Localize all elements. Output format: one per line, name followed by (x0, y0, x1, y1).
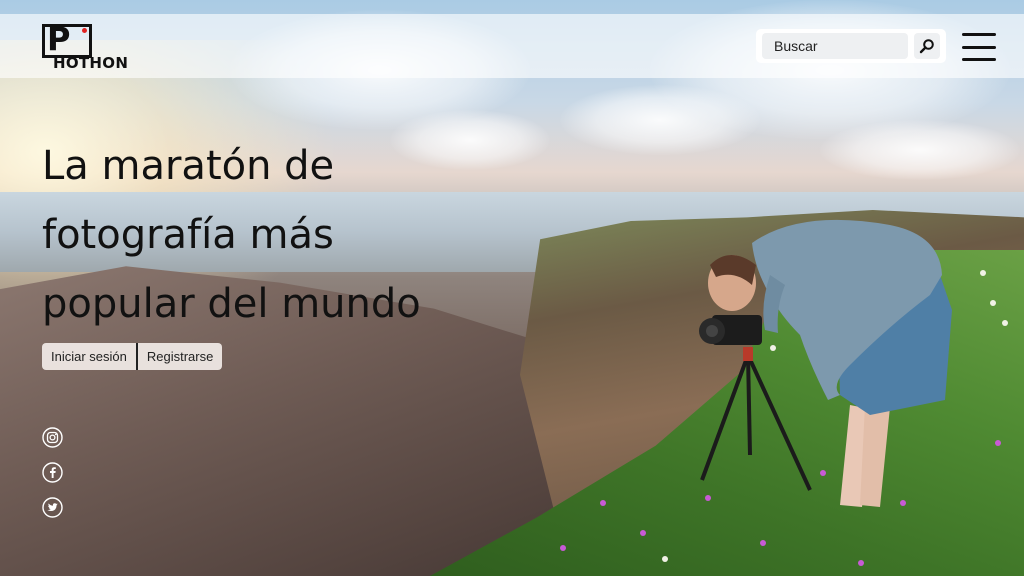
menu-bar (962, 58, 996, 61)
flower (1002, 320, 1008, 326)
flower (760, 540, 766, 546)
tripod (700, 354, 812, 491)
search-icon (919, 39, 934, 54)
flower (990, 300, 996, 306)
twitter-icon[interactable] (42, 497, 63, 518)
flower (980, 270, 986, 276)
logo-red-dot (82, 28, 87, 33)
headline-line: fotografía más (42, 212, 334, 258)
headline-line: La maratón de (42, 143, 335, 189)
logo-text: HOTHON (53, 54, 129, 72)
search-box (756, 29, 946, 63)
photographer-illustration (699, 219, 952, 507)
flower (560, 545, 566, 551)
flower (858, 560, 864, 566)
login-button[interactable]: Iniciar sesión (42, 343, 136, 370)
auth-buttons: Iniciar sesión Registrarse (42, 343, 223, 370)
register-button[interactable]: Registrarse (138, 343, 222, 370)
instagram-icon[interactable] (42, 427, 63, 448)
facebook-icon[interactable] (42, 462, 63, 483)
hamburger-menu-button[interactable] (962, 33, 996, 61)
search-button[interactable] (914, 33, 940, 59)
search-input[interactable] (762, 33, 908, 59)
tripod-head (743, 347, 753, 361)
flower (600, 500, 606, 506)
cloud (820, 120, 1020, 180)
cloud (560, 85, 760, 155)
flower (640, 530, 646, 536)
menu-bar (962, 33, 996, 36)
menu-bar (962, 45, 996, 49)
top-bar: P HOTHON (0, 14, 1024, 78)
flower (662, 556, 668, 562)
hero-headline: La maratón de fotografía más popular del… (42, 132, 482, 339)
headline-line: popular del mundo (42, 281, 421, 327)
brand-logo[interactable]: P HOTHON (42, 20, 138, 72)
flower (995, 440, 1001, 446)
leg (860, 405, 890, 507)
logo-letter: P (47, 20, 71, 58)
